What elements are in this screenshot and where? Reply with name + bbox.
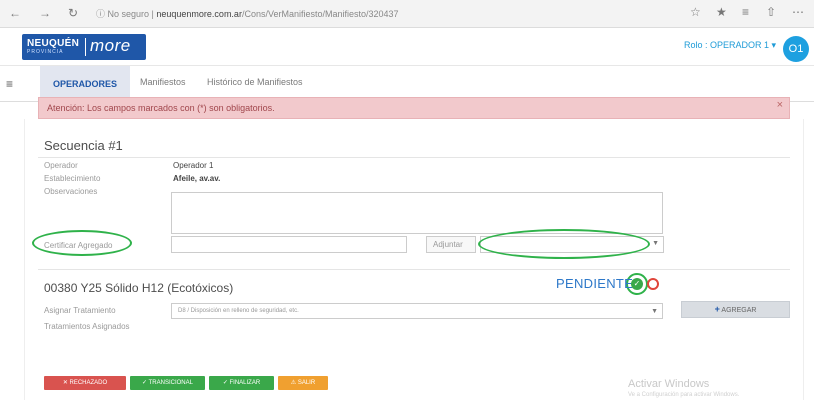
browser-toolbar: ← → ↻ ⓘ No seguro | neuquenmore.com.ar/C… (0, 0, 814, 28)
observations-textarea[interactable] (171, 192, 663, 234)
assigned-treatments-label: Tratamientos Asignados (44, 322, 130, 331)
windows-watermark-title: Activar Windows (628, 378, 710, 390)
treatment-value: D8 / Disposición en relleno de seguridad… (178, 308, 299, 314)
reading-view-icon[interactable]: ☆ (690, 5, 701, 19)
certificate-input[interactable] (171, 236, 407, 253)
more-icon[interactable]: ⋯ (792, 5, 804, 19)
reject-circle-icon[interactable] (647, 278, 659, 290)
logo-line2: PROVINCIA (27, 49, 64, 55)
chevron-down-icon: ▼ (652, 240, 659, 247)
url-path: /Cons/VerManifiesto/Manifiesto/320437 (241, 9, 399, 19)
security-label: No seguro (107, 9, 150, 19)
user-menu[interactable]: Rolo : OPERADOR 1 ▾ (684, 40, 776, 51)
transitional-button[interactable]: ✓ TRANSICIONAL (130, 376, 205, 390)
chevron-down-icon: ▼ (651, 308, 658, 315)
treatment-select[interactable]: D8 / Disposición en relleno de seguridad… (171, 303, 663, 319)
establishment-label: Establecimiento (44, 174, 101, 183)
alert-text: Atención: Los campos marcados con (*) so… (47, 103, 275, 113)
info-icon: ⓘ (96, 9, 108, 19)
annotation-ellipse-certificate (32, 230, 132, 256)
item-title: 00380 Y25 Sólido H12 (Ecotóxicos) (44, 281, 234, 295)
content-panel (24, 119, 804, 400)
arrow-left-icon[interactable]: ← (8, 6, 22, 20)
windows-watermark-subtitle: Ve a Configuración para activar Windows. (628, 392, 740, 398)
favorites-icon[interactable]: ★ (716, 5, 727, 19)
reject-button[interactable]: ✕ RECHAZADO (44, 376, 126, 390)
close-icon[interactable]: × (777, 95, 783, 115)
establishment-value: Afeile, av.av. (173, 174, 221, 183)
operator-label: Operador (44, 161, 78, 170)
treatment-label: Asignar Tratamiento (44, 306, 116, 315)
observations-label: Observaciones (44, 187, 98, 196)
alert-banner: Atención: Los campos marcados con (*) so… (38, 97, 790, 119)
share-icon[interactable]: ⇧ (766, 5, 776, 19)
check-circle-icon[interactable]: ✓ (631, 278, 643, 290)
sequence-title: Secuencia #1 (44, 138, 123, 153)
logo-word: more (90, 36, 131, 55)
arrow-right-icon[interactable]: → (38, 6, 52, 20)
annotation-ellipse-attach (478, 229, 650, 259)
app-header: NEUQUÉN PROVINCIA more Rolo : OPERADOR 1… (0, 28, 814, 66)
tab-manifiestos[interactable]: Manifiestos (140, 77, 186, 87)
logo[interactable]: NEUQUÉN PROVINCIA more (22, 34, 146, 60)
divider (38, 157, 790, 158)
exit-button[interactable]: ⚠ SALIR (278, 376, 328, 390)
status-badge: PENDIENTE (556, 276, 634, 291)
finalize-button[interactable]: ✓ FINALIZAR (209, 376, 274, 390)
address-bar[interactable]: ⓘ No seguro | neuquenmore.com.ar/Cons/Ve… (96, 5, 672, 23)
logo-separator (85, 38, 86, 56)
divider (38, 269, 790, 270)
refresh-icon[interactable]: ↻ (66, 6, 80, 20)
avatar[interactable]: O1 (783, 36, 809, 62)
hamburger-menu-icon[interactable]: ≡ (6, 77, 13, 91)
hub-icon[interactable]: ≡ (742, 5, 749, 19)
tab-historico[interactable]: Histórico de Manifiestos (207, 77, 303, 87)
logo-line1: NEUQUÉN (27, 38, 80, 49)
add-treatment-button[interactable]: + AGREGAR (681, 301, 790, 318)
url-host: neuquenmore.com.ar (156, 9, 242, 19)
add-label: AGREGAR (721, 307, 757, 314)
operator-value: Operador 1 (173, 161, 214, 170)
plus-icon: + (714, 304, 720, 314)
attach-button[interactable]: Adjuntar (426, 236, 476, 253)
